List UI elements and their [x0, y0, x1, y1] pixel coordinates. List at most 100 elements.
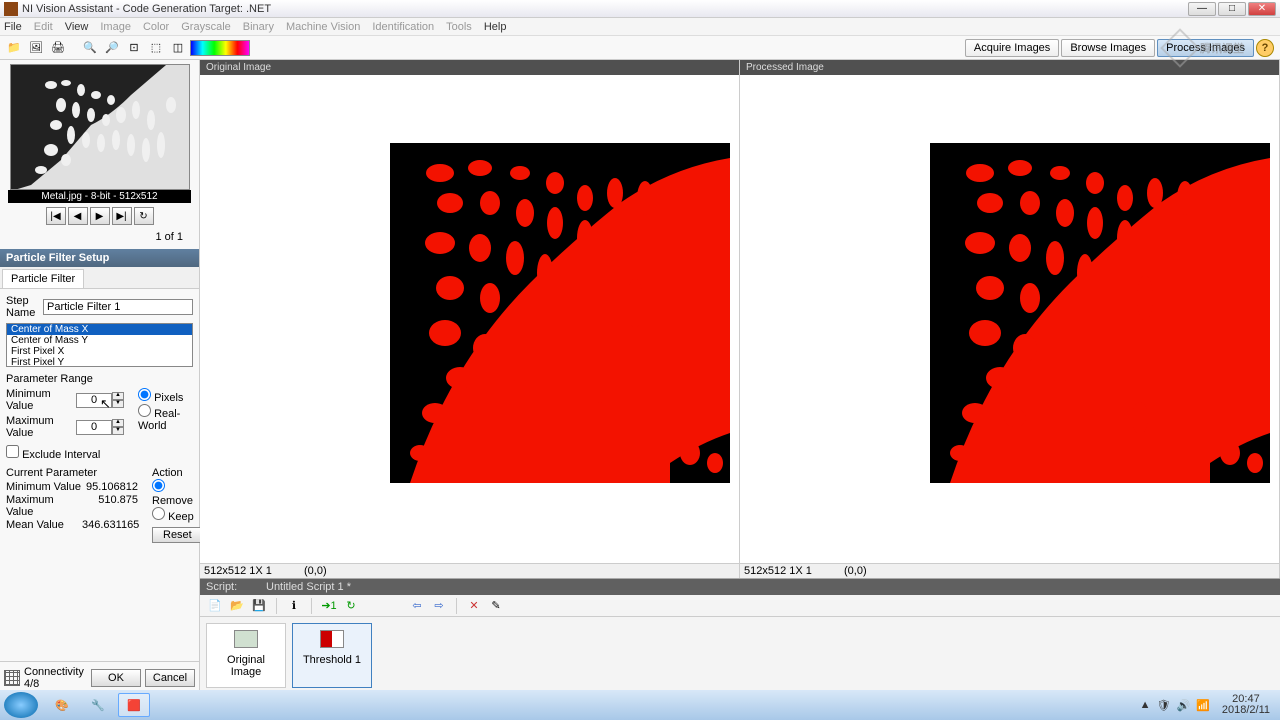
radio-keep[interactable]: Keep — [152, 511, 194, 523]
radio-pixels[interactable]: Pixels — [138, 388, 193, 404]
zoom-in-icon[interactable]: 🔍 — [80, 38, 100, 58]
clock[interactable]: 20:472018/2/11 — [1222, 694, 1270, 716]
palette-bar[interactable] — [190, 40, 250, 56]
last-image-button[interactable]: ▶| — [112, 207, 132, 225]
browse-images-button[interactable]: Browse Images — [1061, 39, 1155, 57]
new-script-icon[interactable]: 📄 — [206, 597, 224, 615]
task-app2-icon[interactable]: 🔧 — [82, 693, 114, 717]
tray-icon[interactable]: ▲ — [1140, 699, 1151, 711]
menu-view[interactable]: View — [65, 21, 89, 33]
cursor-icon: ↖ — [100, 396, 111, 412]
task-vision-icon[interactable]: 🟥 — [118, 693, 150, 717]
list-item[interactable]: Center of Mass X — [7, 324, 192, 335]
edit-step-icon[interactable]: ✎ — [487, 597, 505, 615]
zoom-fit-icon[interactable]: ⊡ — [124, 38, 144, 58]
left-panel: Metal.jpg - 8-bit - 512x512 |◀ ◀ ▶ ▶| ↻ … — [0, 60, 200, 694]
dual-view-icon[interactable]: ◫ — [168, 38, 188, 58]
run-once-icon[interactable]: ➔1 — [320, 597, 338, 615]
menu-file[interactable]: File — [4, 21, 22, 33]
original-header: Original Image — [200, 60, 739, 75]
processed-image-view: Processed Image — [740, 60, 1280, 578]
threshold-icon — [320, 630, 344, 648]
spin-up-icon[interactable]: ▲ — [112, 419, 124, 427]
run-loop-icon[interactable]: ↻ — [342, 597, 360, 615]
taskbar: 🎨 🔧 🟥 ▲ 🛡 🔊 📶 20:472018/2/11 — [0, 690, 1280, 720]
menu-bar: File Edit View Image Color Grayscale Bin… — [0, 18, 1280, 36]
maximize-button[interactable]: □ — [1218, 2, 1246, 16]
list-item[interactable]: Center of Mass Y — [7, 335, 192, 346]
step-name-input[interactable] — [43, 299, 193, 315]
processed-header: Processed Image — [740, 60, 1279, 75]
cp-max-value: 510.875 — [82, 494, 138, 518]
print-icon[interactable]: 🖨 — [48, 38, 68, 58]
menu-binary[interactable]: Binary — [243, 21, 274, 33]
menu-tools[interactable]: Tools — [446, 21, 472, 33]
step-back-icon[interactable]: ⇦ — [408, 597, 426, 615]
task-app1-icon[interactable]: 🎨 — [46, 693, 78, 717]
minimize-button[interactable]: — — [1188, 2, 1216, 16]
title-bar: NI Vision Assistant - Code Generation Ta… — [0, 0, 1280, 18]
script-label: Script: — [206, 581, 266, 593]
max-value-label: Maximum Value — [6, 415, 76, 439]
original-image-canvas[interactable] — [390, 143, 730, 483]
ok-button[interactable]: OK — [91, 669, 141, 687]
max-value-input[interactable] — [76, 420, 112, 435]
next-image-button[interactable]: ▶ — [90, 207, 110, 225]
radio-remove[interactable]: Remove — [152, 483, 193, 507]
min-value-label: Minimum Value — [6, 388, 76, 412]
tray-icon[interactable]: 🔊 — [1176, 699, 1190, 712]
script-name: Untitled Script 1 * — [266, 581, 351, 593]
zoom-select-icon[interactable]: ⬚ — [146, 38, 166, 58]
save-script-icon[interactable]: 💾 — [250, 597, 268, 615]
open-script-icon[interactable]: 📂 — [228, 597, 246, 615]
menu-help[interactable]: Help — [484, 21, 507, 33]
script-step-original[interactable]: Original Image — [206, 623, 286, 688]
tray-icon[interactable]: 🛡 — [1157, 699, 1171, 712]
image-icon[interactable]: 🖼 — [26, 38, 46, 58]
start-button[interactable] — [4, 692, 38, 718]
page-info: 1 of 1 — [4, 229, 195, 245]
menu-identification[interactable]: Identification — [372, 21, 434, 33]
tab-particle-filter[interactable]: Particle Filter — [2, 269, 84, 288]
radio-realworld[interactable]: Real-World — [138, 404, 193, 432]
list-item[interactable]: First Pixel Y — [7, 357, 192, 367]
cp-min-value: 95.106812 — [82, 481, 138, 493]
list-item[interactable]: First Pixel X — [7, 346, 192, 357]
status-resolution: 512x512 1X 1 — [204, 565, 304, 577]
exclude-interval-checkbox[interactable]: Exclude Interval — [6, 449, 100, 461]
step-fwd-icon[interactable]: ⇨ — [430, 597, 448, 615]
menu-edit[interactable]: Edit — [34, 21, 53, 33]
watermark-cube-icon — [1160, 28, 1200, 68]
status-coords: (0,0) — [304, 565, 327, 577]
first-image-button[interactable]: |◀ — [46, 207, 66, 225]
acquire-images-button[interactable]: Acquire Images — [965, 39, 1059, 57]
connectivity-icon[interactable] — [4, 670, 20, 686]
open-icon[interactable]: 📁 — [4, 38, 24, 58]
connectivity-label: Connectivity 4/8 — [24, 666, 87, 690]
prev-image-button[interactable]: ◀ — [68, 207, 88, 225]
zoom-out-icon[interactable]: 🔎 — [102, 38, 122, 58]
menu-color[interactable]: Color — [143, 21, 169, 33]
script-step-threshold[interactable]: Threshold 1 — [292, 623, 372, 688]
spin-down-icon[interactable]: ▼ — [112, 427, 124, 435]
spin-up-icon[interactable]: ▲ — [112, 392, 124, 400]
cancel-button[interactable]: Cancel — [145, 669, 195, 687]
delete-step-icon[interactable]: ✕ — [465, 597, 483, 615]
menu-grayscale[interactable]: Grayscale — [181, 21, 231, 33]
help-icon[interactable]: ? — [1256, 39, 1274, 57]
menu-machinevision[interactable]: Machine Vision — [286, 21, 360, 33]
original-image-view: Original Image — [200, 60, 740, 578]
spin-down-icon[interactable]: ▼ — [112, 400, 124, 408]
script-panel: Script: Untitled Script 1 * 📄 📂 💾 ℹ ➔1 ↻… — [200, 578, 1280, 694]
info-icon[interactable]: ℹ — [285, 597, 303, 615]
close-button[interactable]: ✕ — [1248, 2, 1276, 16]
tray-icon[interactable]: 📶 — [1196, 699, 1210, 712]
thumbnail-caption: Metal.jpg - 8-bit - 512x512 — [8, 190, 191, 203]
refresh-image-button[interactable]: ↻ — [134, 207, 154, 225]
processed-image-canvas[interactable] — [930, 143, 1270, 483]
system-tray: ▲ 🛡 🔊 📶 20:472018/2/11 — [1140, 694, 1276, 716]
reset-button[interactable]: Reset — [152, 527, 203, 543]
step-name-label: Step Name — [6, 295, 43, 319]
parameter-listbox[interactable]: Center of Mass X Center of Mass Y First … — [6, 323, 193, 367]
menu-image[interactable]: Image — [100, 21, 131, 33]
